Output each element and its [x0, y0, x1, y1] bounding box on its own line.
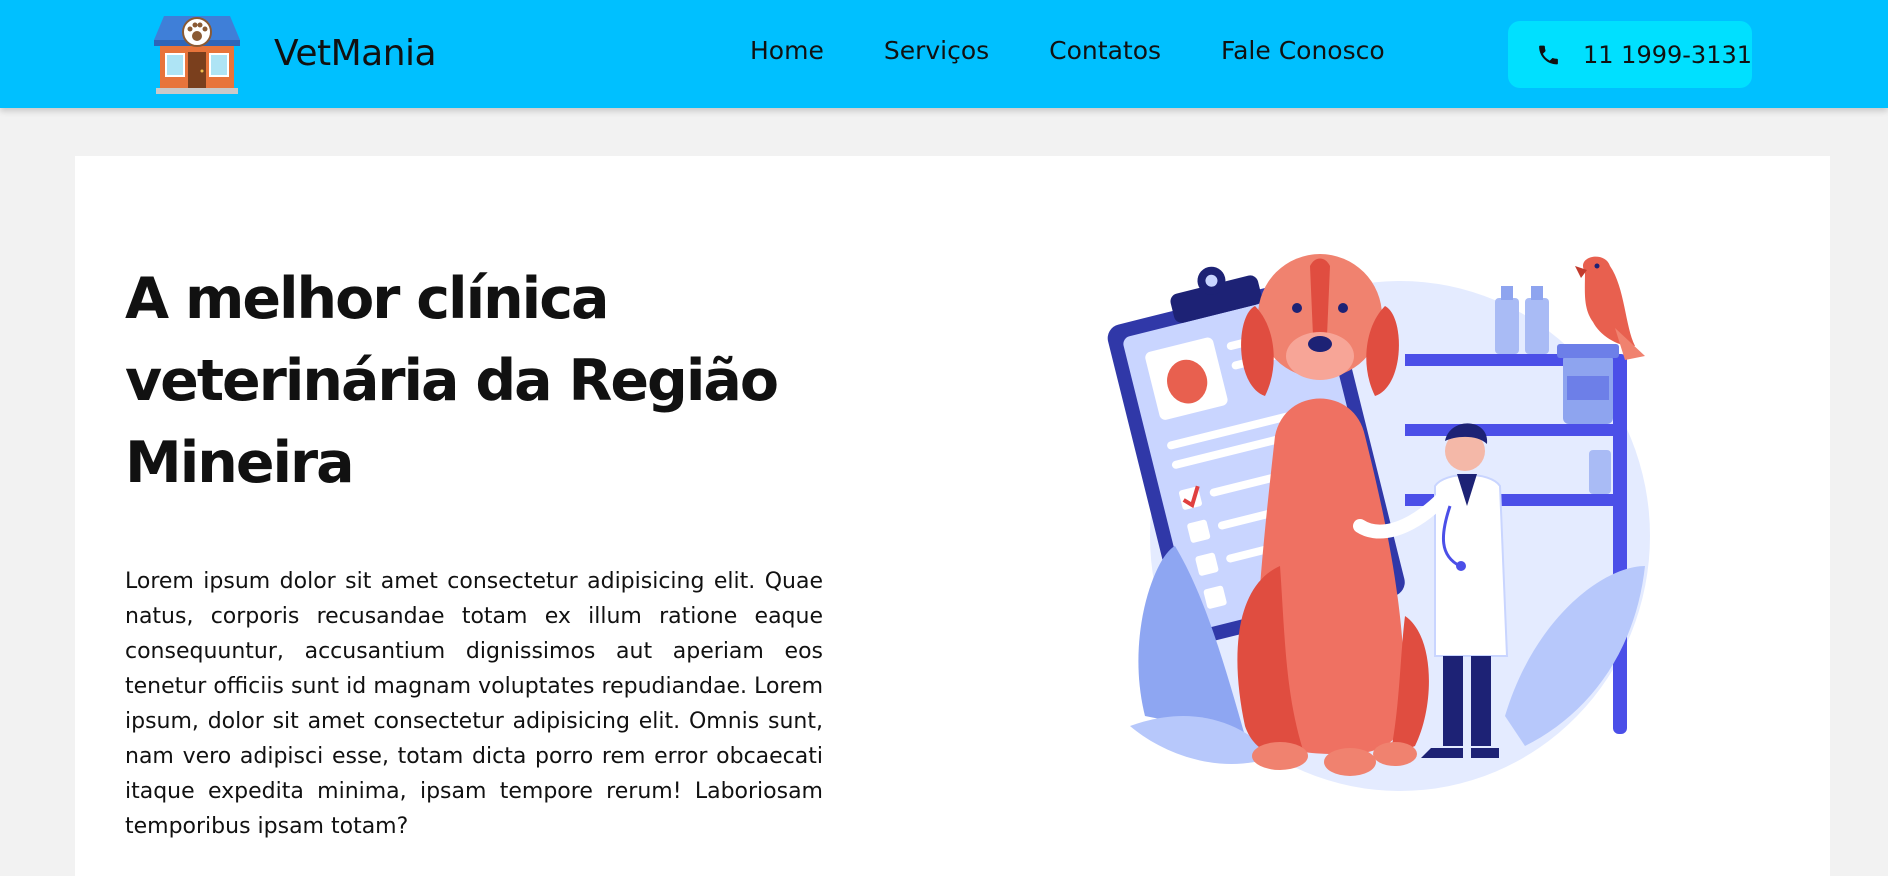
main-nav: Home Serviços Contatos Fale Conosco: [750, 36, 1445, 65]
phone-number: 11 1999-3131: [1583, 40, 1752, 69]
phone-icon: [1539, 45, 1558, 64]
nav-link-home[interactable]: Home: [750, 36, 824, 65]
brand-name: VetMania: [274, 32, 437, 74]
hero-description: Lorem ipsum dolor sit amet consectetur a…: [125, 569, 823, 839]
nav-link-contatos[interactable]: Contatos: [1049, 36, 1161, 65]
hero-card: A melhor clínica veterinária da Região M…: [75, 156, 1830, 876]
pet-shop-storefront-icon: [154, 16, 240, 94]
hero-title: A melhor clínica veterinária da Região M…: [125, 266, 779, 496]
navbar: VetMania Home Serviços Contatos Fale Con…: [0, 0, 1888, 108]
nav-link-fale-conosco[interactable]: Fale Conosco: [1221, 36, 1385, 65]
logo[interactable]: VetMania: [152, 10, 437, 96]
nav-link-servicos[interactable]: Serviços: [884, 36, 989, 65]
veterinarian-with-dog-illustration: [1107, 254, 1650, 791]
phone-button[interactable]: 11 1999-3131: [1508, 21, 1752, 88]
